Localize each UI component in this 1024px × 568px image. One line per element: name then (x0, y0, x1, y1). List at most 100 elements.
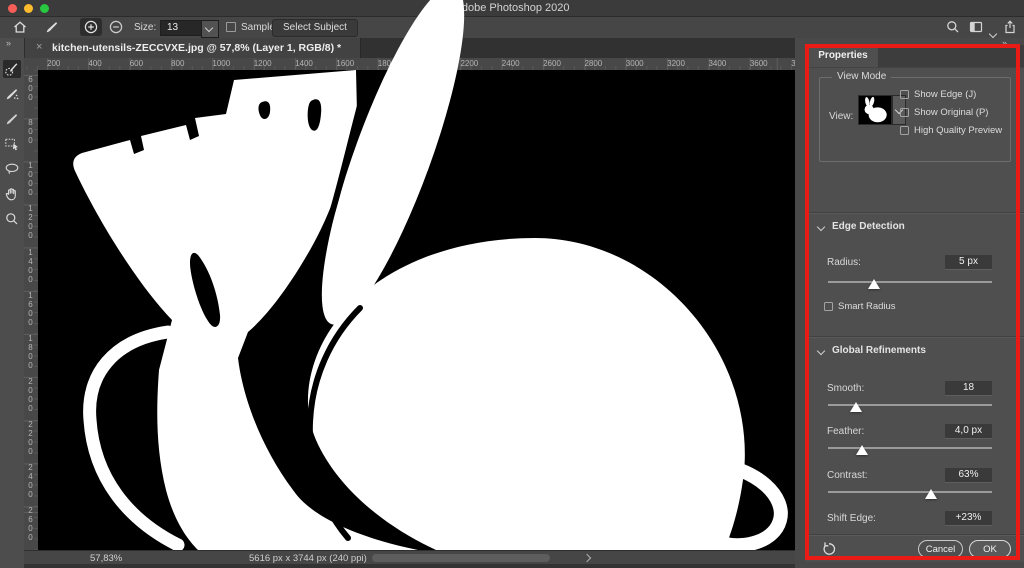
cancel-button[interactable]: Cancel (918, 540, 963, 558)
h-ruler-label: 3600 (749, 59, 768, 68)
show-original-checkbox[interactable] (900, 108, 909, 117)
h-ruler-label: 1400 (295, 59, 313, 68)
document-tab[interactable]: × kitchen-utensils-ZECCVXE.jpg @ 57,8% (… (24, 38, 361, 58)
section-divider (805, 212, 1024, 213)
brush-size-field[interactable]: 13 (160, 20, 206, 36)
contrast-value-field[interactable]: 63% (945, 468, 992, 483)
vertical-ruler[interactable]: 600 800 1000 1200 1400 1600 1800 2000 2200 2400 26… (24, 70, 39, 550)
document-tab-title: kitchen-utensils-ZECCVXE.jpg @ 57,8% (La… (52, 42, 342, 54)
close-tab-icon[interactable]: × (36, 41, 42, 53)
h-ruler-label: 2800 (584, 59, 603, 68)
h-ruler-label: 200 (47, 59, 61, 68)
chevron-down-icon (816, 222, 826, 231)
section-divider (805, 534, 1024, 535)
workspace-switcher-icon[interactable] (968, 19, 984, 35)
feather-value-field[interactable]: 4,0 px (945, 424, 992, 439)
hand-tool[interactable] (3, 185, 21, 203)
radius-value-field[interactable]: 5 px (945, 255, 992, 270)
quick-selection-tool[interactable] (3, 60, 21, 78)
zoom-tool[interactable] (3, 210, 21, 228)
contrast-slider-thumb[interactable] (925, 489, 938, 499)
properties-panel: Properties View Mode View: Show Edge (J)… (805, 45, 1024, 562)
subtract-from-selection-mode[interactable] (108, 19, 124, 35)
contrast-label: Contrast: (827, 470, 868, 481)
macos-titlebar: Adobe Photoshop 2020 (0, 0, 1024, 17)
plus-circle-icon (84, 20, 98, 34)
h-ruler-label: 2400 (501, 59, 520, 68)
status-bar: 57,83% 5616 px x 3744 px (240 ppi) (24, 550, 795, 565)
select-subject-button[interactable]: Select Subject (272, 19, 358, 37)
search-icon[interactable] (945, 19, 961, 35)
view-mode-thumbnail[interactable] (858, 95, 892, 125)
sample-all-layers-checkbox[interactable] (226, 22, 236, 32)
lasso-tool[interactable] (3, 160, 21, 178)
show-original-checkbox-row[interactable]: Show Original (P) (900, 107, 988, 118)
smart-radius-checkbox[interactable] (824, 302, 833, 311)
share-icon[interactable] (1002, 19, 1018, 35)
options-bar: Size: 13 Sample All Layers Select Subjec… (0, 17, 1024, 39)
home-icon[interactable] (12, 19, 28, 35)
document-canvas[interactable] (38, 0, 795, 553)
document-info[interactable]: 5616 px x 3744 px (240 ppi) (249, 553, 367, 564)
show-edge-checkbox[interactable] (900, 90, 909, 99)
v-ruler-label: 1400 (26, 247, 35, 284)
high-quality-preview-checkbox-row[interactable]: High Quality Preview (900, 125, 1002, 136)
v-ruler-label: 1000 (26, 161, 35, 198)
window-title: Adobe Photoshop 2020 (454, 2, 570, 14)
smooth-slider[interactable] (828, 402, 992, 412)
v-ruler-label: 800 (26, 118, 35, 146)
contrast-slider[interactable] (828, 489, 992, 499)
toolbar-collapse-icon[interactable]: » (6, 38, 11, 48)
h-ruler-label: 3000 (625, 59, 644, 68)
tab-properties[interactable]: Properties (808, 45, 878, 67)
smooth-value-field[interactable]: 18 (945, 381, 992, 396)
tools-panel: » (0, 38, 25, 568)
bottom-strip (24, 564, 795, 568)
h-ruler-label: 2200 (460, 59, 479, 68)
radius-slider[interactable] (828, 279, 992, 289)
h-ruler-label: 3400 (708, 59, 727, 68)
v-ruler-label: 1600 (26, 290, 35, 327)
feather-slider[interactable] (828, 445, 992, 455)
h-ruler-label: 400 (88, 59, 102, 68)
status-expander-icon[interactable] (582, 553, 592, 563)
h-ruler-label: 800 (171, 59, 185, 68)
h-ruler-label: 1200 (253, 59, 272, 68)
radius-label: Radius: (827, 257, 861, 268)
feather-slider-thumb[interactable] (856, 445, 869, 455)
edge-detection-header[interactable]: Edge Detection (816, 221, 905, 232)
h-ruler-label: 600 (129, 59, 144, 68)
v-ruler-label: 1200 (26, 204, 35, 241)
shift-edge-value-field[interactable]: +23% (945, 511, 992, 526)
size-label: Size: (134, 22, 157, 33)
brush-tool[interactable] (3, 110, 21, 128)
h-ruler-label: 1000 (212, 59, 231, 68)
brush-tool-icon[interactable] (44, 19, 60, 35)
v-ruler-label: 2600 (26, 506, 35, 543)
h-ruler-label: 2600 (543, 59, 561, 68)
v-ruler-label: 600 (26, 75, 35, 103)
v-ruler-label: 2200 (26, 420, 35, 457)
section-divider (805, 336, 1024, 337)
radius-slider-thumb[interactable] (867, 279, 880, 289)
reset-icon[interactable] (821, 541, 837, 557)
smart-radius-checkbox-row[interactable]: Smart Radius (824, 301, 896, 312)
horizontal-scrollbar-thumb[interactable] (372, 554, 550, 562)
shift-edge-label: Shift Edge: (827, 513, 876, 524)
smooth-slider-thumb[interactable] (849, 402, 862, 412)
view-mode-group: View Mode View: Show Edge (J) Show Origi… (819, 71, 1011, 162)
object-selection-tool[interactable] (3, 135, 21, 153)
global-refinements-header[interactable]: Global Refinements (816, 345, 926, 356)
view-label: View: (829, 111, 854, 122)
rabbit-mask-icon (864, 96, 887, 123)
v-ruler-label: 2400 (26, 463, 35, 500)
photoshop-window: Adobe Photoshop 2020 Size: 13 Sample All… (0, 0, 1024, 568)
brush-size-dropdown[interactable] (201, 20, 219, 38)
ok-button[interactable]: OK (969, 540, 1011, 558)
refine-edge-brush-tool[interactable] (3, 85, 21, 103)
add-to-selection-mode[interactable] (80, 18, 102, 36)
mask-preview-image (38, 0, 795, 553)
show-edge-checkbox-row[interactable]: Show Edge (J) (900, 89, 976, 100)
high-quality-preview-checkbox[interactable] (900, 126, 909, 135)
zoom-level-field[interactable]: 57,83% (90, 553, 122, 564)
